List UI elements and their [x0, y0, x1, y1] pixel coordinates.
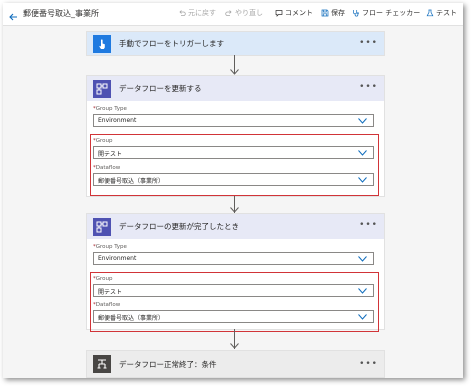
save-label: 保存 [331, 9, 345, 17]
condition-more-icon[interactable]: ••• [359, 360, 378, 369]
group-value: 開テスト [98, 289, 123, 296]
dataflow-icon [93, 79, 111, 98]
group-label: *Group [93, 276, 113, 282]
comment-button[interactable]: コメント [275, 8, 313, 18]
group-type-select[interactable]: Environment [93, 114, 374, 127]
comment-label: コメント [285, 9, 313, 17]
manual-trigger-icon [93, 34, 111, 53]
group-label: *Group [93, 138, 113, 144]
group-select[interactable]: 開テスト [93, 146, 374, 159]
flow-checker-label: フロー チェッカー [362, 9, 421, 17]
undo-label: 元に戻す [188, 9, 216, 17]
test-button[interactable]: テスト [426, 8, 457, 18]
dataflow-completed-title: データフローの更新が完了したとき [119, 222, 239, 231]
refresh-dataflow-more-icon[interactable]: ••• [359, 83, 378, 92]
chevron-down-icon [358, 256, 367, 262]
dataflow-value: 郵便番号取込（事業所） [98, 315, 165, 322]
dataflow-icon [93, 217, 111, 236]
group-value: 開テスト [98, 151, 123, 158]
dataflow-completed-more-icon[interactable]: ••• [359, 221, 378, 230]
chevron-down-icon [358, 314, 367, 320]
group-type-value: Environment [98, 117, 137, 124]
save-icon [321, 9, 329, 17]
test-label: テスト [436, 9, 457, 17]
condition-card[interactable]: データフロー正常終了：条件 ••• [86, 350, 385, 378]
flow-checker-button[interactable]: フロー チェッカー [352, 8, 420, 18]
group-select[interactable]: 開テスト [93, 284, 374, 297]
group-type-value: Environment [98, 255, 137, 262]
group-type-label: *Group Type [93, 106, 127, 112]
stethoscope-icon [353, 10, 359, 17]
condition-header[interactable]: データフロー正常終了：条件 ••• [87, 351, 384, 377]
undo-icon [179, 10, 186, 16]
dataflow-label: *Dataflow [93, 165, 121, 171]
chevron-down-icon [358, 150, 367, 156]
designer-toolbar: 郵便番号取込_事業所 元に戻す やり直し コメント 保存 フロー チェッカー テ… [3, 3, 463, 26]
highlight-box [90, 272, 379, 332]
undo-button[interactable]: 元に戻す [178, 8, 216, 18]
flow-designer-window: 郵便番号取込_事業所 元に戻す やり直し コメント 保存 フロー チェッカー テ… [3, 3, 463, 378]
group-type-label: *Group Type [93, 244, 127, 250]
connector-arrow-icon [230, 343, 239, 349]
redo-label: やり直し [235, 9, 263, 17]
redo-button[interactable]: やり直し [225, 8, 263, 18]
dataflow-select[interactable]: 郵便番号取込（事業所） [93, 310, 374, 323]
trigger-title: 手動でフローをトリガーします [119, 39, 224, 48]
trigger-card-header[interactable]: 手動でフローをトリガーします ••• [87, 32, 384, 55]
trigger-card[interactable]: 手動でフローをトリガーします ••• [86, 31, 385, 56]
highlight-box [90, 134, 379, 196]
flow-title: 郵便番号取込_事業所 [23, 9, 99, 18]
trigger-more-icon[interactable]: ••• [359, 39, 378, 48]
condition-icon [93, 355, 111, 373]
dataflow-label: *Dataflow [93, 302, 121, 308]
dataflow-value: 郵便番号取込（事業所） [98, 178, 165, 185]
chevron-down-icon [358, 288, 367, 294]
dataflow-select[interactable]: 郵便番号取込（事業所） [93, 173, 374, 186]
condition-title: データフロー正常終了：条件 [119, 359, 217, 369]
comment-icon [275, 10, 283, 17]
group-type-select[interactable]: Environment [93, 252, 374, 265]
chevron-down-icon [358, 177, 367, 183]
dataflow-completed-header[interactable]: データフローの更新が完了したとき ••• [87, 214, 384, 239]
chevron-down-icon [358, 118, 367, 124]
flask-icon [426, 9, 434, 17]
refresh-dataflow-card[interactable]: データフローを更新する ••• *Group Type Environment … [86, 75, 385, 197]
back-arrow-icon[interactable] [8, 7, 18, 26]
save-button[interactable]: 保存 [321, 8, 345, 18]
refresh-dataflow-title: データフローを更新する [119, 84, 202, 93]
redo-icon [225, 10, 232, 16]
refresh-dataflow-header[interactable]: データフローを更新する ••• [87, 76, 384, 101]
dataflow-completed-card[interactable]: データフローの更新が完了したとき ••• *Group Type Environ… [86, 213, 385, 332]
